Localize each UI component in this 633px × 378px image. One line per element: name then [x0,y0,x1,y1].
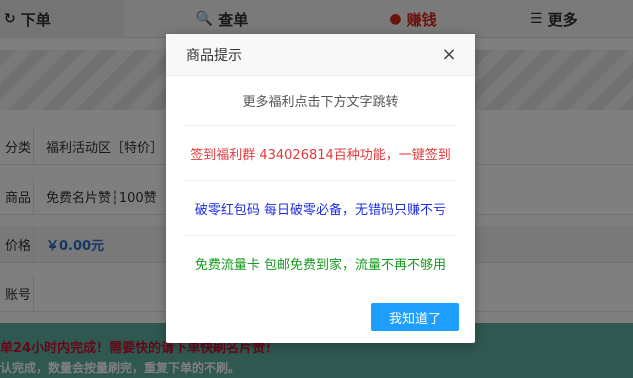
dialog-body: 更多福利点击下方文字跳转 签到福利群 434026814百种功能，一键签到 破零… [166,76,475,291]
signin-group-link[interactable]: 签到福利群 434026814百种功能，一键签到 [184,126,457,181]
dialog-intro-text: 更多福利点击下方文字跳转 [184,76,457,126]
close-icon[interactable]: × [439,44,459,65]
dialog-header: 商品提示 × [166,34,475,76]
dialog-title: 商品提示 [186,47,242,64]
product-tip-dialog: 商品提示 × 更多福利点击下方文字跳转 签到福利群 434026814百种功能，… [166,34,475,343]
dialog-footer: 我知道了 [371,303,459,331]
free-data-card-link[interactable]: 免费流量卡 包邮免费到家，流量不再不够用 [184,236,457,291]
confirm-button[interactable]: 我知道了 [371,303,459,331]
red-packet-link[interactable]: 破零红包码 每日破零必备，无错码只赚不亏 [184,181,457,236]
